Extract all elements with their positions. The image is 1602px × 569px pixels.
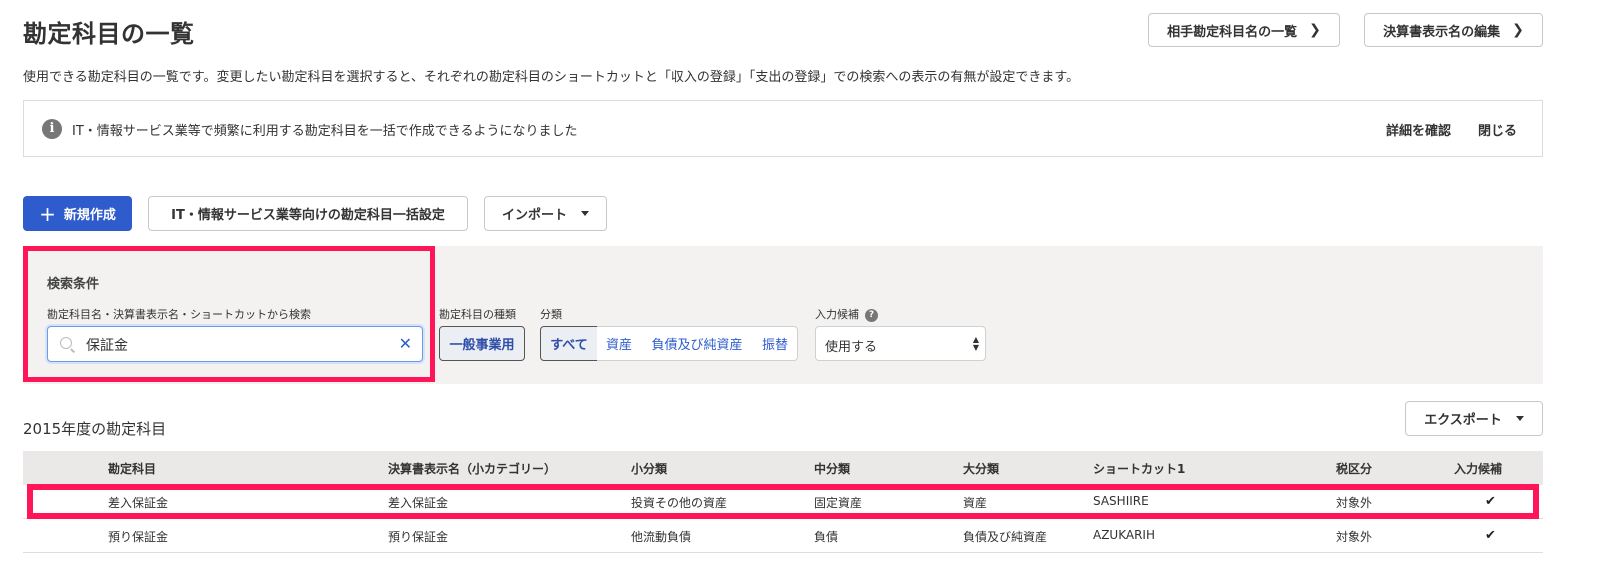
category-all[interactable]: すべて bbox=[540, 326, 598, 361]
category-liabilities-equity[interactable]: 負債及び純資産 bbox=[641, 326, 754, 361]
check-icon: ✔ bbox=[1485, 528, 1496, 543]
column-header[interactable]: 中分類 bbox=[814, 460, 850, 477]
cell-sub-category: 投資その他の資産 bbox=[631, 496, 728, 510]
column-header[interactable]: 大分類 bbox=[963, 460, 999, 477]
table-row[interactable]: 差入保証金 差入保証金 投資その他の資産 固定資産 資産 SASHIIRE 対象… bbox=[23, 485, 1543, 519]
bulk-setup-button[interactable]: IT・情報サービス業等向けの勘定科目一括設定 bbox=[148, 196, 468, 231]
chevron-right-icon: ❯ bbox=[1309, 22, 1321, 38]
clear-icon[interactable]: ✕ bbox=[399, 334, 412, 353]
new-account-button[interactable]: + 新規作成 bbox=[23, 196, 132, 231]
notice-details-link[interactable]: 詳細を確認 bbox=[1386, 120, 1451, 139]
edit-statement-names-label: 決算書表示名の編集 bbox=[1383, 24, 1501, 40]
table-header: 勘定科目 決算書表示名（小カテゴリー） 小分類 中分類 大分類 ショートカット1… bbox=[23, 451, 1543, 485]
export-dropdown-button[interactable]: エクスポート bbox=[1405, 401, 1543, 436]
help-icon[interactable]: ? bbox=[865, 309, 878, 322]
plus-icon: + bbox=[39, 201, 56, 226]
column-header[interactable]: 入力候補 bbox=[1454, 460, 1502, 477]
cell-major-category: 資産 bbox=[963, 496, 988, 510]
account-type-button[interactable]: 一般事業用 bbox=[439, 326, 525, 361]
select-arrows-icon: ▲ ▼ bbox=[972, 335, 979, 352]
notice-banner: i IT・情報サービス業等で頻繁に利用する勘定科目を一括で作成できるようになりま… bbox=[23, 100, 1543, 157]
cell-account: 差入保証金 bbox=[108, 496, 169, 510]
cell-shortcut: AZUKARIH bbox=[1093, 528, 1155, 542]
search-label: 勘定科目名・決算書表示名・ショートカットから検索 bbox=[47, 308, 311, 321]
search-value: 保証金 bbox=[86, 338, 128, 354]
new-account-label: 新規作成 bbox=[63, 208, 116, 223]
cell-account: 預り保証金 bbox=[108, 530, 169, 544]
cell-sub-category: 他流動負債 bbox=[631, 530, 692, 544]
column-header[interactable]: 小分類 bbox=[631, 460, 667, 477]
cell-display-name: 差入保証金 bbox=[388, 496, 449, 510]
cell-display-name: 預り保証金 bbox=[388, 530, 449, 544]
caret-down-icon bbox=[1515, 416, 1524, 421]
cell-mid-category: 固定資産 bbox=[814, 496, 863, 510]
column-header[interactable]: ショートカット1 bbox=[1093, 460, 1185, 477]
account-type-label: 勘定科目の種類 bbox=[439, 308, 516, 321]
category-transfer[interactable]: 振替 bbox=[753, 326, 798, 361]
column-header[interactable]: 勘定科目 bbox=[108, 460, 156, 477]
counter-accounts-label: 相手勘定科目名の一覧 bbox=[1167, 24, 1298, 40]
info-icon: i bbox=[42, 119, 62, 139]
cell-shortcut: SASHIIRE bbox=[1093, 494, 1149, 508]
category-assets[interactable]: 資産 bbox=[597, 326, 642, 361]
input-candidate-select[interactable]: 使用する ▲ ▼ bbox=[815, 326, 986, 361]
notice-close-link[interactable]: 閉じる bbox=[1478, 120, 1517, 139]
notice-text: IT・情報サービス業等で頻繁に利用する勘定科目を一括で作成できるようになりました bbox=[72, 124, 578, 139]
input-candidate-label: 入力候補 bbox=[815, 308, 859, 321]
search-icon bbox=[60, 337, 72, 349]
filter-heading: 検索条件 bbox=[47, 277, 100, 292]
search-input[interactable]: 保証金 ✕ bbox=[47, 326, 423, 362]
category-label: 分類 bbox=[540, 308, 562, 321]
column-header[interactable]: 税区分 bbox=[1336, 460, 1372, 477]
cell-tax: 対象外 bbox=[1336, 496, 1373, 510]
page-description: 使用できる勘定科目の一覧です。変更したい勘定科目を選択すると、それぞれの勘定科目… bbox=[23, 70, 1080, 85]
cell-major-category: 負債及び純資産 bbox=[963, 530, 1048, 544]
table-row[interactable]: 預り保証金 預り保証金 他流動負債 負債 負債及び純資産 AZUKARIH 対象… bbox=[23, 519, 1543, 553]
cell-mid-category: 負債 bbox=[814, 530, 839, 544]
export-label: エクスポート bbox=[1424, 413, 1502, 428]
check-icon: ✔ bbox=[1485, 494, 1496, 509]
section-title: 2015年度の勘定科目 bbox=[23, 420, 167, 438]
import-dropdown-button[interactable]: インポート bbox=[484, 196, 607, 231]
page-title: 勘定科目の一覧 bbox=[23, 20, 195, 48]
import-label: インポート bbox=[501, 208, 567, 223]
caret-down-icon bbox=[581, 211, 589, 216]
edit-statement-names-button[interactable]: 決算書表示名の編集 ❯ bbox=[1364, 13, 1543, 47]
counter-accounts-button[interactable]: 相手勘定科目名の一覧 ❯ bbox=[1148, 13, 1340, 47]
chevron-right-icon: ❯ bbox=[1512, 22, 1524, 38]
input-candidate-value: 使用する bbox=[825, 340, 878, 355]
cell-tax: 対象外 bbox=[1336, 530, 1373, 544]
input-candidate-label-wrap: 入力候補? bbox=[815, 306, 878, 322]
column-header[interactable]: 決算書表示名（小カテゴリー） bbox=[388, 460, 556, 477]
